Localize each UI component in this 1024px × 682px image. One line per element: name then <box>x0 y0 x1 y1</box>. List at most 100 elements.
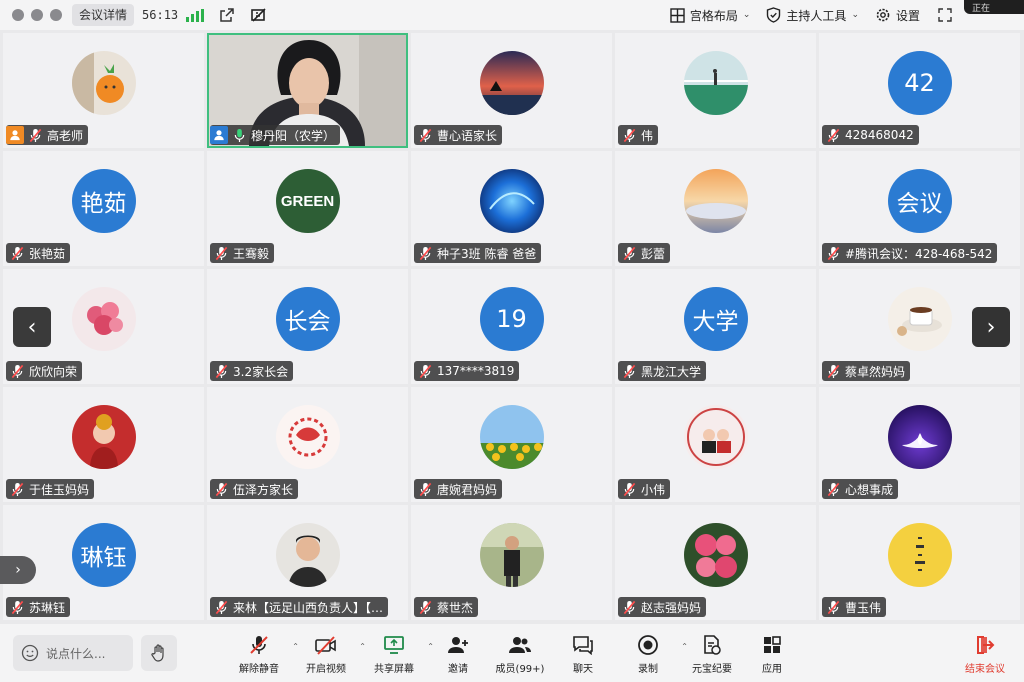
participant-tile[interactable]: 伍泽方家长 <box>207 387 408 502</box>
mic-muted-icon <box>28 127 42 143</box>
participant-name-bar: 于佳玉妈妈 <box>6 479 95 499</box>
participant-tile[interactable]: 来林【远足山西负责人】【… <box>207 505 408 620</box>
participant-name: 彭蕾 <box>641 246 666 261</box>
participant-tile[interactable]: 蔡世杰 <box>411 505 612 620</box>
chat-button[interactable]: 聊天 <box>551 634 615 676</box>
participant-name: 穆丹阳（农学） <box>251 128 336 143</box>
participant-tile[interactable]: 唐婉君妈妈 <box>411 387 612 502</box>
close-window-button[interactable] <box>12 9 24 21</box>
mic-muted-icon <box>622 245 636 261</box>
mic-muted-icon <box>250 636 268 654</box>
apps-label: 应用 <box>762 664 782 675</box>
mic-muted-icon <box>214 363 228 379</box>
share-screen-button[interactable]: 共享屏幕 ⌃ <box>362 634 434 676</box>
participant-tile[interactable]: 大学 黑龙江大学 <box>615 269 816 384</box>
unmute-button[interactable]: 解除静音 ⌃ <box>227 634 299 676</box>
fullscreen-icon[interactable] <box>936 6 954 24</box>
participant-name-bar: 伍泽方家长 <box>210 479 299 499</box>
participant-name-bar: 赵志强妈妈 <box>618 597 707 617</box>
participant-tile[interactable]: 19 137****3819 <box>411 269 612 384</box>
participant-name: 欣欣向荣 <box>29 364 78 379</box>
chevron-left-icon: ‹ <box>27 314 37 340</box>
participant-tile[interactable]: 赵志强妈妈 <box>615 505 816 620</box>
participant-name-bar: 种子3班 陈睿 爸爸 <box>414 243 542 263</box>
end-meeting-button[interactable]: 结束会议 <box>953 634 1017 676</box>
meeting-timer: 56:13 <box>142 8 179 22</box>
raise-hand-button[interactable] <box>141 635 177 671</box>
participant-tile[interactable]: 小伟 <box>615 387 816 502</box>
chevron-right-icon: › <box>986 314 996 340</box>
participant-name: 3.2家长会 <box>233 364 289 379</box>
participant-tile[interactable]: 高老师 <box>3 33 204 148</box>
mic-muted-icon <box>214 599 228 615</box>
camera-off-icon <box>315 636 336 655</box>
invite-button[interactable]: 邀请 <box>426 634 490 676</box>
participant-name-bar: 苏琳钰 <box>6 597 71 617</box>
participant-avatar <box>275 523 340 587</box>
participant-avatar <box>683 51 748 115</box>
participant-tile[interactable]: 长会 3.2家长会 <box>207 269 408 384</box>
yuanbao-notes-button[interactable]: 元宝纪要 <box>680 634 744 676</box>
start-video-button[interactable]: 开启视频 ⌃ <box>294 634 366 676</box>
participant-name: 王骞毅 <box>233 246 270 261</box>
participant-tile[interactable]: 伟 <box>615 33 816 148</box>
screen-share-paused-icon[interactable] <box>250 6 268 24</box>
mic-muted-icon <box>826 127 840 143</box>
settings-button[interactable]: 设置 <box>875 7 920 24</box>
layout-label: 宫格布局 <box>689 8 738 23</box>
minimize-window-button[interactable] <box>31 9 43 21</box>
participant-tile[interactable]: 艳茹 张艳茹 <box>3 151 204 266</box>
share-screen-icon <box>384 636 404 654</box>
shield-icon <box>767 7 781 23</box>
participant-tile[interactable]: 穆丹阳（农学） <box>207 33 408 148</box>
apps-button[interactable]: 应用 <box>740 634 804 676</box>
popout-icon[interactable] <box>218 6 236 24</box>
meeting-info-button[interactable]: 会议详情 <box>72 4 135 26</box>
participant-tile[interactable]: 种子3班 陈睿 爸爸 <box>411 151 612 266</box>
participant-name: 赵志强妈妈 <box>641 600 702 615</box>
participant-tile[interactable]: 42 428468042 <box>819 33 1020 148</box>
participant-name: 137****3819 <box>437 364 515 378</box>
mic-on-icon <box>232 127 246 143</box>
participant-avatar <box>71 405 136 469</box>
participant-tile[interactable]: 曹玉伟 <box>819 505 1020 620</box>
chevron-down-icon: ⌄ <box>742 10 751 20</box>
participant-name: 曹心语家长 <box>437 128 498 143</box>
grid-layout-icon <box>670 7 685 23</box>
participant-tile[interactable]: 会议 #腾讯会议：428-468-542 <box>819 151 1020 266</box>
record-label: 录制 <box>638 664 658 675</box>
record-button[interactable]: 录制 ⌃ <box>616 634 688 676</box>
participant-avatar <box>479 405 544 469</box>
participant-name: 种子3班 陈睿 爸爸 <box>437 246 537 261</box>
participant-avatar <box>479 51 544 115</box>
participant-tile[interactable]: 心想事成 <box>819 387 1020 502</box>
participant-name: #腾讯会议：428-468-542 <box>845 246 993 261</box>
apps-grid-icon <box>764 636 781 653</box>
mic-muted-icon <box>214 245 228 261</box>
participant-tile[interactable]: 彭蕾 <box>615 151 816 266</box>
participant-name: 于佳玉妈妈 <box>29 482 90 497</box>
mic-muted-icon <box>214 481 228 497</box>
mic-muted-icon <box>826 599 840 615</box>
previous-page-button[interactable]: ‹ <box>13 307 51 347</box>
participant-tile[interactable]: 于佳玉妈妈 <box>3 387 204 502</box>
participant-name: 苏琳钰 <box>29 600 66 615</box>
participant-tile[interactable]: GREEN 王骞毅 <box>207 151 408 266</box>
next-page-button[interactable]: › <box>972 307 1010 347</box>
participant-avatar <box>887 523 952 587</box>
participant-name-bar: 高老师 <box>6 125 89 145</box>
participant-name-bar: 王骞毅 <box>210 243 275 263</box>
members-button[interactable]: 成员(99+) <box>488 634 552 676</box>
participant-avatar <box>683 523 748 587</box>
unmute-label: 解除静音 <box>239 664 279 675</box>
notes-icon <box>704 635 721 655</box>
quick-chat-input[interactable]: 说点什么... <box>13 635 133 671</box>
network-signal-icon[interactable] <box>186 8 205 22</box>
gallery-layout-button[interactable]: 宫格布局 ⌄ <box>670 7 751 24</box>
participant-name: 黑龙江大学 <box>641 364 702 379</box>
host-tools-button[interactable]: 主持人工具 ⌄ <box>766 7 859 24</box>
participant-tile[interactable]: 曹心语家长 <box>411 33 612 148</box>
maximize-window-button[interactable] <box>50 9 62 21</box>
expand-panel-button[interactable]: › <box>0 556 36 584</box>
participant-grid: 高老师 穆丹阳（农学） 曹心语家长 伟 42 428468042 艳茹 张艳茹 GREEN 王骞毅… <box>3 33 1021 620</box>
